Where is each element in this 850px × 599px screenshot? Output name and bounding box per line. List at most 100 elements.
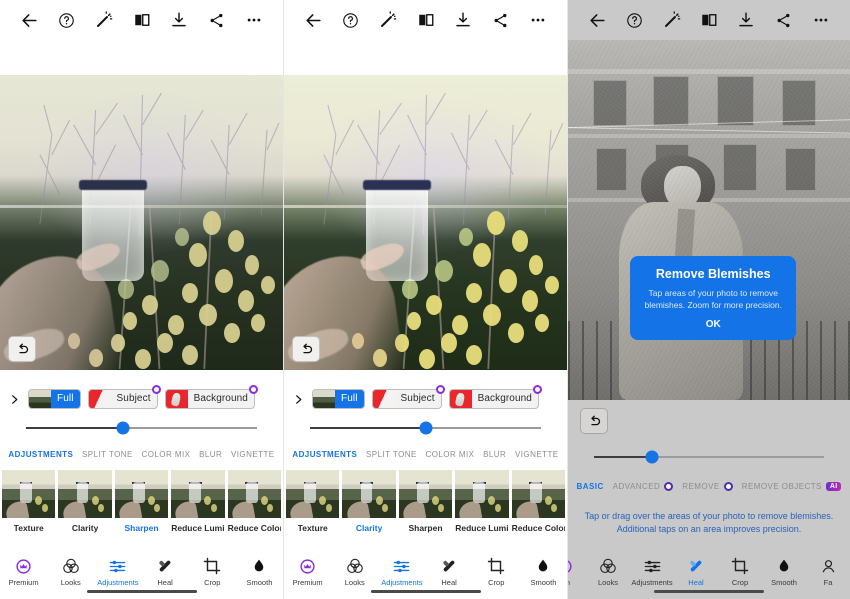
download-icon[interactable]: [729, 3, 763, 37]
tab-split-tone[interactable]: SPLIT TONE: [366, 450, 417, 459]
tab-basic[interactable]: BASIC: [577, 482, 604, 491]
filter-preview-thumb: [2, 470, 56, 518]
slider-thumb[interactable]: [116, 421, 130, 435]
brush-size-slider[interactable]: [568, 442, 850, 472]
undo-button[interactable]: [8, 336, 36, 362]
mask-chip-label: Subject: [400, 393, 435, 404]
download-icon[interactable]: [162, 3, 196, 37]
filter-thumbnail-strip: Texture Clarity Sharpen Reduce Lumin.. R…: [284, 466, 567, 533]
slider-track[interactable]: [26, 421, 257, 435]
cup-lid: [79, 179, 148, 190]
tab-color-mix[interactable]: COLOR MIX: [141, 450, 190, 459]
slider-track[interactable]: [310, 421, 541, 435]
share-icon[interactable]: [484, 3, 518, 37]
tab-split-tone[interactable]: SPLIT TONE: [82, 450, 133, 459]
tab-remove[interactable]: REMOVE: [682, 481, 733, 491]
value-slider[interactable]: [284, 414, 567, 442]
slider-thumb[interactable]: [419, 421, 432, 435]
undo-button[interactable]: [292, 336, 320, 362]
magic-wand-icon[interactable]: [655, 3, 689, 37]
filter-item-reduce-color-noise[interactable]: Reduce Color..: [227, 470, 282, 533]
back-button[interactable]: [580, 3, 614, 37]
download-icon[interactable]: [446, 3, 480, 37]
dialog-ok-button[interactable]: OK: [640, 319, 786, 330]
magic-wand-icon[interactable]: [371, 3, 405, 37]
expand-masks-chevron-icon[interactable]: [292, 393, 305, 406]
ai-badge-icon: [151, 385, 161, 394]
more-dots-icon[interactable]: [237, 3, 271, 37]
tab-vignette[interactable]: VIGNETTE: [515, 450, 559, 459]
nav-item-heal[interactable]: Heal: [674, 557, 718, 587]
mask-chip-subject[interactable]: Subject: [87, 385, 161, 409]
share-icon[interactable]: [767, 3, 801, 37]
filter-item-reduce-luminance[interactable]: Reduce Lumin..: [171, 470, 225, 533]
magic-wand-icon[interactable]: [87, 3, 121, 37]
help-circle-icon[interactable]: [617, 3, 651, 37]
nav-item-adjustments[interactable]: Adjustments: [630, 557, 674, 587]
expand-masks-chevron-icon[interactable]: [8, 393, 21, 406]
filter-item-reduce-color-noise[interactable]: Reduce Color..: [511, 470, 566, 533]
mask-chips-row: Full Subject Background: [284, 384, 567, 414]
photo-canvas[interactable]: [0, 75, 283, 370]
slider-track[interactable]: [594, 450, 824, 464]
filter-item-clarity[interactable]: Clarity: [342, 470, 396, 533]
nav-item-premium[interactable]: ium: [568, 557, 586, 587]
tab-label: BLUR: [483, 449, 507, 459]
filter-item-texture[interactable]: Texture: [286, 470, 340, 533]
nav-item-crop[interactable]: Crop: [189, 557, 236, 587]
filter-item-texture[interactable]: Texture: [2, 470, 56, 533]
tab-color-mix[interactable]: COLOR MIX: [425, 450, 474, 459]
mask-chip-subject[interactable]: Subject: [371, 385, 445, 409]
nav-item-adjustments[interactable]: Adjustments: [94, 557, 141, 587]
tab-vignette[interactable]: VIGNETTE: [231, 450, 275, 459]
mask-chips-row: Full Subject Background: [0, 384, 283, 414]
photo-canvas[interactable]: [284, 75, 567, 370]
tab-advanced[interactable]: ADVANCED: [613, 481, 674, 491]
mask-chip-full[interactable]: Full: [28, 389, 81, 409]
photo-canvas[interactable]: Remove Blemishes Tap areas of your photo…: [568, 40, 850, 400]
top-toolbar: [284, 0, 567, 40]
filter-thumbnail-strip: Texture Clarity Sharpen Reduce Lumin.. R…: [0, 466, 283, 533]
nav-item-premium[interactable]: Premium: [0, 557, 47, 587]
more-dots-icon[interactable]: [521, 3, 555, 37]
help-circle-icon[interactable]: [334, 3, 368, 37]
help-circle-icon[interactable]: [50, 3, 84, 37]
tab-adjustments[interactable]: ADJUSTMENTS: [292, 450, 357, 459]
nav-item-heal[interactable]: Heal: [426, 557, 473, 587]
tab-blur[interactable]: BLUR: [199, 450, 222, 459]
value-slider[interactable]: [0, 414, 283, 442]
nav-item-crop[interactable]: Crop: [718, 557, 762, 587]
compare-split-icon[interactable]: [125, 3, 159, 37]
nav-item-face[interactable]: Fa: [806, 557, 850, 587]
filter-item-sharpen[interactable]: Sharpen: [398, 470, 453, 533]
tab-remove-objects[interactable]: REMOVE OBJECTS AI: [742, 481, 842, 491]
mask-chip-background[interactable]: Background: [164, 385, 258, 409]
share-icon[interactable]: [200, 3, 234, 37]
photo-gap-1: [0, 370, 283, 384]
nav-item-smooth[interactable]: Smooth: [762, 557, 806, 587]
more-dots-icon[interactable]: [804, 3, 838, 37]
filter-item-reduce-luminance[interactable]: Reduce Lumin..: [455, 470, 509, 533]
nav-item-crop[interactable]: Crop: [473, 557, 520, 587]
back-button[interactable]: [296, 3, 330, 37]
nav-item-heal[interactable]: Heal: [142, 557, 189, 587]
nav-item-premium[interactable]: Premium: [284, 557, 331, 587]
back-button[interactable]: [12, 3, 46, 37]
nav-item-looks[interactable]: Looks: [47, 557, 94, 587]
tab-adjustments[interactable]: ADJUSTMENTS: [8, 450, 73, 459]
nav-item-adjustments[interactable]: Adjustments: [378, 557, 425, 587]
nav-item-looks[interactable]: Looks: [586, 557, 630, 587]
filter-item-sharpen[interactable]: Sharpen: [114, 470, 169, 533]
tab-blur[interactable]: BLUR: [483, 450, 506, 459]
compare-split-icon[interactable]: [692, 3, 726, 37]
undo-button[interactable]: [580, 408, 608, 434]
slider-thumb[interactable]: [645, 450, 658, 464]
nav-item-looks[interactable]: Looks: [331, 557, 378, 587]
nav-item-smooth[interactable]: Smooth: [236, 557, 283, 587]
compare-split-icon[interactable]: [409, 3, 443, 37]
mask-chip-background[interactable]: Background: [448, 385, 542, 409]
filter-item-clarity[interactable]: Clarity: [58, 470, 112, 533]
bandage-icon: [687, 557, 705, 575]
mask-chip-full[interactable]: Full: [312, 389, 365, 409]
nav-item-smooth[interactable]: Smooth: [520, 557, 567, 587]
